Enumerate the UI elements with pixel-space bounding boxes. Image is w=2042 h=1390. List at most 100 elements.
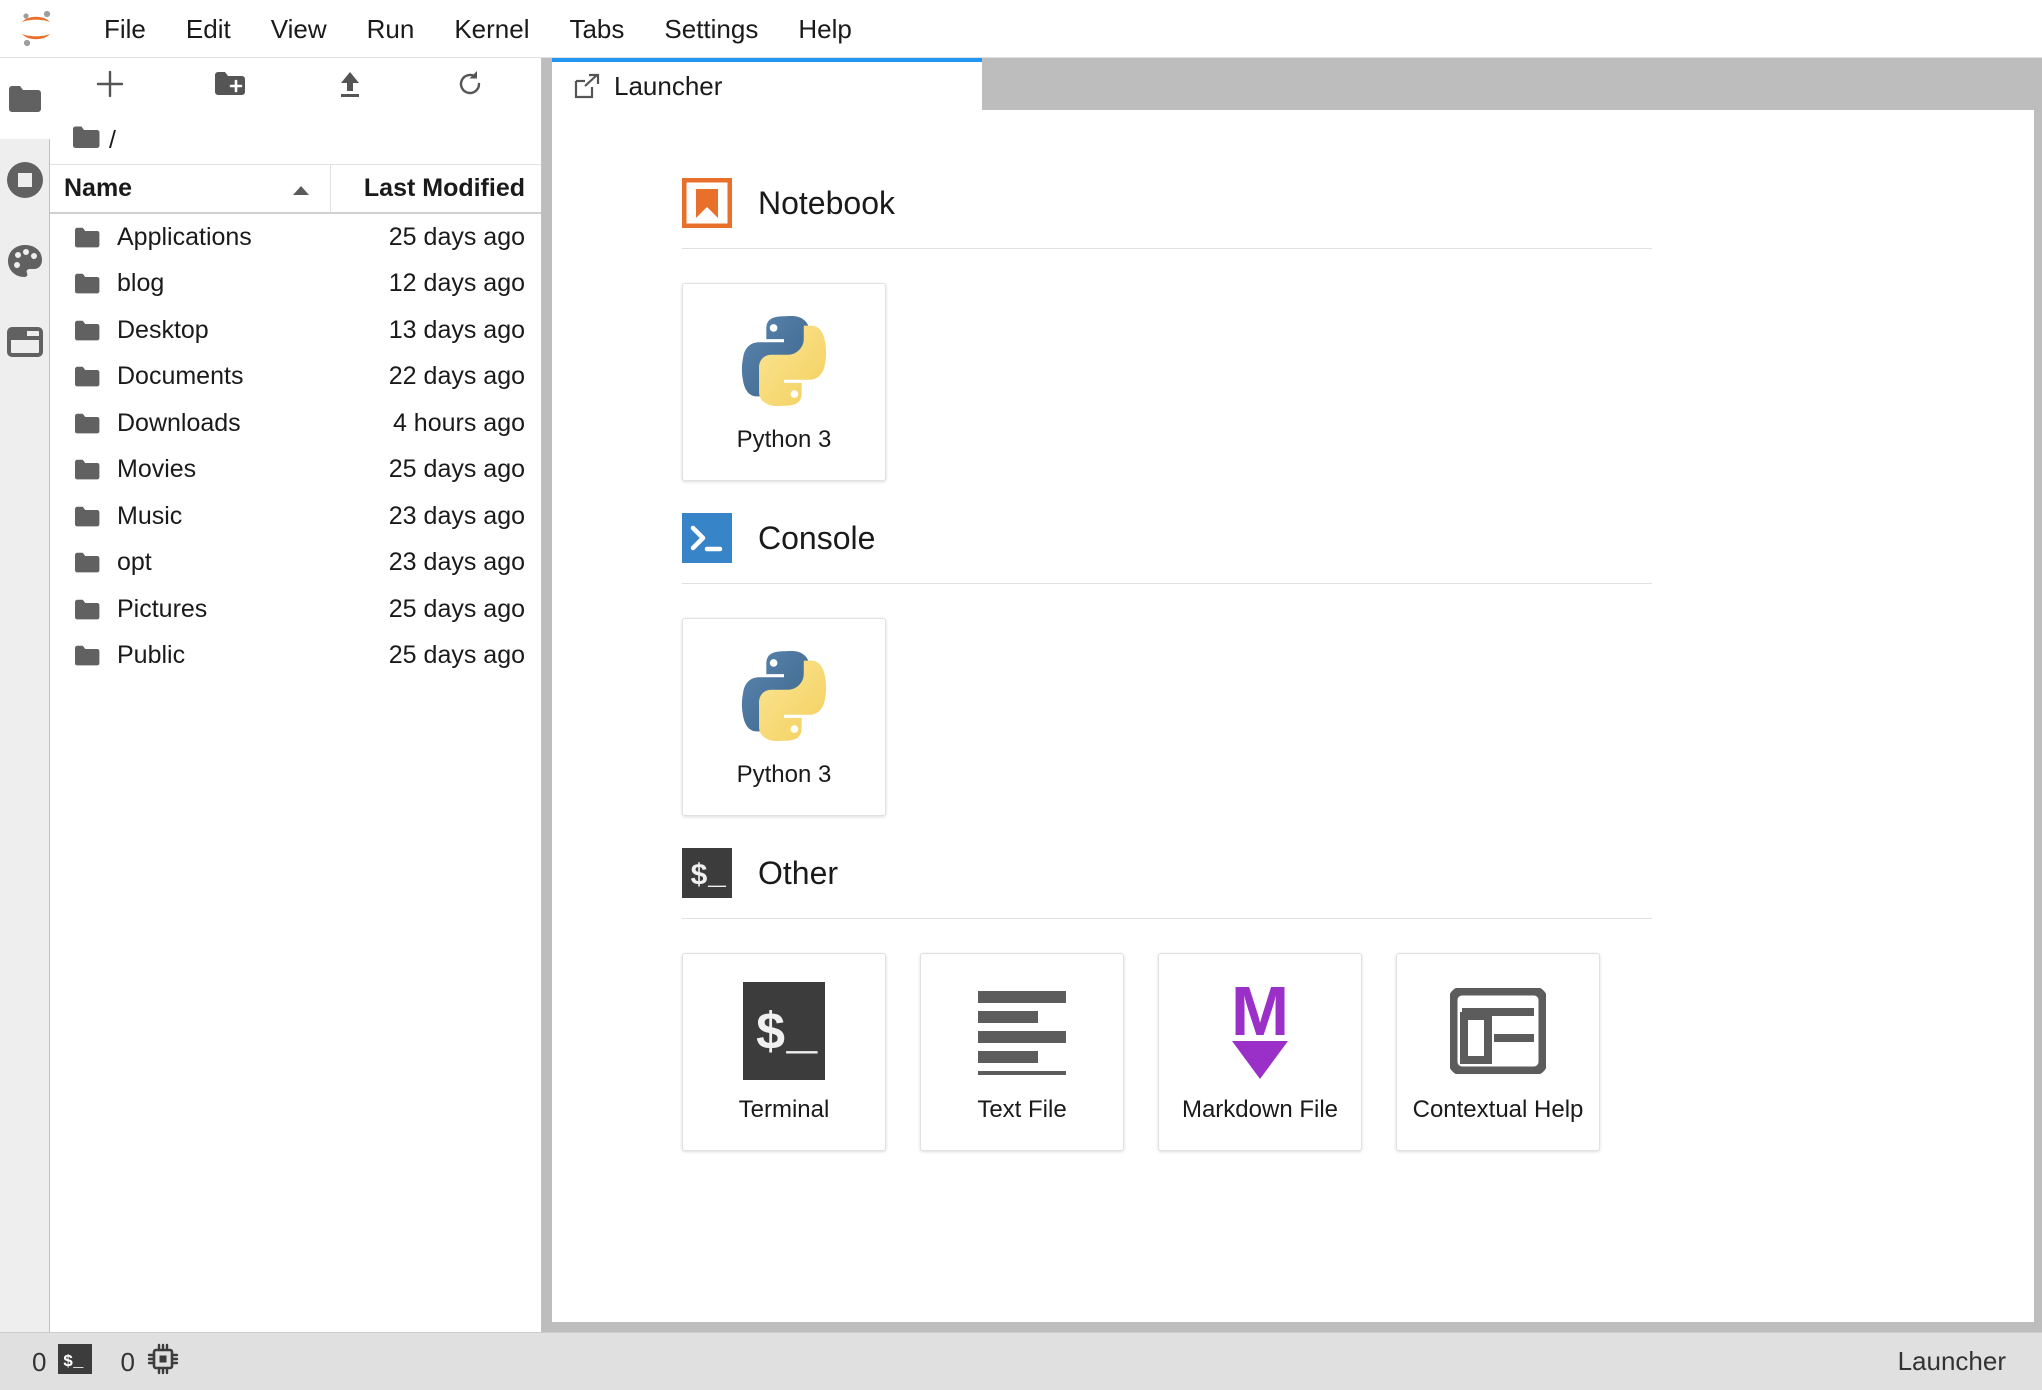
status-kernels-count: 0 (120, 1346, 135, 1377)
refresh-icon (455, 69, 485, 104)
new-launcher-button[interactable] (50, 58, 170, 116)
launcher-card-label: Python 3 (736, 426, 832, 453)
launcher-card[interactable]: Python 3 (682, 618, 886, 816)
menu-bar: File Edit View Run Kernel Tabs Settings … (0, 0, 2042, 58)
main-dock-area: Launcher Notebook Python 3 Console Pytho… (542, 58, 2042, 1332)
launcher-card[interactable]: M Markdown File (1158, 953, 1362, 1151)
breadcrumb-folder-icon (72, 126, 100, 154)
launcher-card[interactable]: Text File (920, 953, 1124, 1151)
file-list-row[interactable]: Documents 22 days ago (50, 354, 541, 401)
launcher-section-title: Console (758, 520, 876, 556)
launcher-section-header: Notebook (682, 152, 1972, 248)
status-active-tab: Launcher (1897, 1346, 2006, 1376)
markdown-icon: M (1216, 976, 1304, 1086)
menu-item-run[interactable]: Run (347, 10, 435, 48)
terminal-icon: $_ (58, 1344, 93, 1379)
jupyterlab-logo-icon (10, 6, 62, 52)
tabs-icon (6, 326, 43, 357)
menu-item-file[interactable]: File (84, 10, 166, 48)
menu-item-view[interactable]: View (251, 10, 347, 48)
file-last-modified: 13 days ago (388, 315, 525, 344)
file-last-modified: 23 days ago (388, 501, 525, 530)
menu-item-tabs[interactable]: Tabs (549, 10, 644, 48)
launcher-card[interactable]: Contextual Help (1396, 953, 1600, 1151)
workspace: / Name Last Modified Applications 25 days… (0, 58, 2042, 1332)
launcher-card-label: Terminal (738, 1096, 830, 1123)
launcher-card-label: Markdown File (1181, 1096, 1339, 1123)
tab-launcher-label: Launcher (614, 70, 723, 101)
tab-launcher[interactable]: Launcher (552, 58, 982, 110)
file-list-row[interactable]: Movies 25 days ago (50, 447, 541, 494)
folder-icon (74, 366, 100, 387)
launcher-section: Notebook Python 3 (682, 152, 1972, 481)
launcher-card-row: Python 3 (682, 249, 1972, 481)
console-icon (682, 513, 732, 563)
breadcrumb-root[interactable]: / (109, 127, 116, 153)
dock-tab-bar: Launcher (552, 58, 2034, 110)
launcher-card[interactable]: Python 3 (682, 283, 886, 481)
terminal-icon: $_ (682, 848, 732, 898)
file-list-row[interactable]: Pictures 25 days ago (50, 586, 541, 633)
file-last-modified: 23 days ago (388, 548, 525, 577)
file-last-modified: 4 hours ago (392, 408, 525, 437)
launcher-card[interactable]: $_ Terminal (682, 953, 886, 1151)
launcher-card-label: Python 3 (736, 761, 832, 788)
file-list-row[interactable]: Desktop 13 days ago (50, 307, 541, 354)
new-folder-icon (214, 71, 246, 102)
svg-text:M: M (1231, 979, 1289, 1050)
launcher-section-header: $_ Other (682, 822, 1972, 918)
contextual-help-icon (1450, 976, 1546, 1086)
file-list-row[interactable]: Public 25 days ago (50, 633, 541, 680)
file-name: Public (117, 641, 186, 670)
sort-ascending-icon (292, 174, 310, 203)
file-name: Pictures (117, 594, 208, 623)
status-terminals[interactable]: 0 $_ (18, 1340, 106, 1384)
column-header-last-modified[interactable]: Last Modified (331, 165, 541, 212)
folder-icon (74, 552, 100, 573)
python-icon (732, 306, 836, 416)
status-kernels[interactable]: 0 (106, 1340, 192, 1384)
breadcrumb[interactable]: / (50, 116, 541, 164)
folder-icon (74, 320, 100, 341)
python-icon (732, 641, 836, 751)
file-last-modified: 25 days ago (388, 594, 525, 623)
status-bar-left: 0 $_ 0 (18, 1340, 193, 1384)
menu-item-edit[interactable]: Edit (166, 10, 251, 48)
menu-item-help[interactable]: Help (778, 10, 871, 48)
new-folder-button[interactable] (170, 58, 290, 116)
launcher-section-title: Other (758, 855, 839, 891)
folder-icon (74, 227, 100, 248)
notebook-icon (682, 178, 732, 228)
menu-item-kernel[interactable]: Kernel (434, 10, 549, 48)
folder-icon (74, 599, 100, 620)
terminal-icon: $_ (743, 976, 825, 1086)
file-list-row[interactable]: Music 23 days ago (50, 493, 541, 540)
sidebar-item-command-palette[interactable] (0, 220, 50, 301)
sidebar-item-file-browser[interactable] (0, 58, 50, 139)
file-last-modified: 12 days ago (388, 269, 525, 298)
upload-icon (335, 69, 365, 104)
file-name: Downloads (117, 408, 241, 437)
file-list-row[interactable]: Applications 25 days ago (50, 214, 541, 261)
column-header-name[interactable]: Name (50, 165, 331, 212)
launcher-card-row: $_ Terminal Text File M Markdown File Context… (682, 919, 1972, 1151)
file-name: opt (117, 548, 152, 577)
file-list-header: Name Last Modified (50, 164, 541, 214)
launcher-section: $_ Other $_ Terminal Text File M Markdown File… (682, 822, 1972, 1151)
sidebar-item-running-sessions[interactable] (0, 139, 50, 220)
menu-item-list: File Edit View Run Kernel Tabs Settings … (84, 10, 872, 48)
file-list-row[interactable]: Downloads 4 hours ago (50, 400, 541, 447)
file-list-row[interactable]: opt 23 days ago (50, 540, 541, 587)
sidebar-item-open-tabs[interactable] (0, 301, 50, 382)
menu-item-settings[interactable]: Settings (644, 10, 778, 48)
file-name: Documents (117, 362, 244, 391)
folder-icon (8, 85, 42, 113)
column-header-last-modified-label: Last Modified (363, 174, 525, 202)
plus-icon (95, 69, 125, 104)
file-name: Movies (117, 455, 197, 484)
status-terminals-count: 0 (32, 1346, 47, 1377)
file-browser-panel: / Name Last Modified Applications 25 days… (50, 58, 542, 1332)
upload-button[interactable] (290, 58, 410, 116)
file-list-row[interactable]: blog 12 days ago (50, 261, 541, 308)
refresh-button[interactable] (410, 58, 530, 116)
